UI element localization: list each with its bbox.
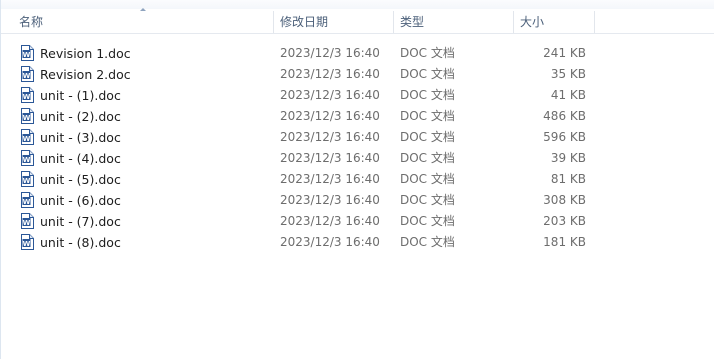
file-type: DOC 文档 [400, 214, 455, 228]
word-doc-icon: W [20, 129, 34, 145]
column-header-size-label: 大小 [520, 15, 545, 29]
file-name: unit - (8).doc [40, 235, 121, 250]
file-row[interactable]: Wunit - (5).doc 2023/12/3 16:40 DOC 文档 81 K… [1, 169, 714, 190]
file-row[interactable]: Wunit - (6).doc 2023/12/3 16:40 DOC 文档 308 … [1, 190, 714, 211]
file-row[interactable]: Wunit - (1).doc 2023/12/3 16:40 DOC 文档 41 K… [1, 85, 714, 106]
file-modified-date: 2023/12/3 16:40 [280, 235, 380, 249]
file-type: DOC 文档 [400, 172, 455, 186]
file-row[interactable]: Wunit - (7).doc 2023/12/3 16:40 DOC 文档 203 … [1, 211, 714, 232]
file-row[interactable]: W Revision 1.doc 2023/12/3 16:40 DOC 文档 241 … [1, 43, 714, 64]
file-name: unit - (3).doc [40, 130, 121, 145]
file-size: 203 KB [543, 214, 586, 228]
file-modified-date: 2023/12/3 16:40 [280, 151, 380, 165]
word-doc-icon: W [20, 87, 34, 103]
svg-text:W: W [23, 114, 31, 122]
file-row[interactable]: Wunit - (8).doc 2023/12/3 16:40 DOC 文档 181 … [1, 232, 714, 253]
column-header-size[interactable]: 大小 [514, 9, 594, 33]
word-doc-icon: W [20, 108, 34, 124]
file-modified-date: 2023/12/3 16:40 [280, 172, 380, 186]
word-doc-icon: W [20, 45, 34, 61]
file-name: unit - (4).doc [40, 151, 121, 166]
file-type: DOC 文档 [400, 235, 455, 249]
file-type: DOC 文档 [400, 88, 455, 102]
file-row[interactable]: Wunit - (4).doc 2023/12/3 16:40 DOC 文档 39 K… [1, 148, 714, 169]
file-modified-date: 2023/12/3 16:40 [280, 67, 380, 81]
file-modified-date: 2023/12/3 16:40 [280, 109, 380, 123]
file-name: unit - (6).doc [40, 193, 121, 208]
file-size: 41 KB [550, 88, 586, 102]
file-type: DOC 文档 [400, 46, 455, 60]
svg-text:W: W [23, 93, 31, 101]
file-list: W Revision 1.doc 2023/12/3 16:40 DOC 文档 241 … [1, 43, 714, 253]
column-header-type-label: 类型 [400, 15, 425, 29]
svg-text:W: W [23, 177, 31, 185]
svg-text:W: W [23, 72, 31, 80]
file-modified-date: 2023/12/3 16:40 [280, 130, 380, 144]
word-doc-icon: W [20, 213, 34, 229]
file-size: 181 KB [543, 235, 586, 249]
file-modified-date: 2023/12/3 16:40 [280, 214, 380, 228]
column-divider[interactable] [594, 11, 595, 33]
file-size: 486 KB [543, 109, 586, 123]
file-row[interactable]: Wunit - (3).doc 2023/12/3 16:40 DOC 文档 596 … [1, 127, 714, 148]
file-list-pane: 名称 修改日期 类型 大小 W Revision 1.doc 2023/12/3 1… [0, 0, 714, 359]
svg-text:W: W [23, 240, 31, 248]
column-header-type[interactable]: 类型 [394, 9, 513, 33]
file-type: DOC 文档 [400, 109, 455, 123]
column-header-name-label: 名称 [19, 15, 44, 29]
file-type: DOC 文档 [400, 193, 455, 207]
svg-text:W: W [23, 51, 31, 59]
file-name: Revision 2.doc [40, 67, 131, 82]
file-size: 39 KB [550, 151, 586, 165]
file-size: 596 KB [543, 130, 586, 144]
column-header-name[interactable]: 名称 [13, 9, 273, 33]
file-name: Revision 1.doc [40, 46, 131, 61]
column-header-date[interactable]: 修改日期 [274, 9, 393, 33]
column-header-bar: 名称 修改日期 类型 大小 [1, 8, 714, 34]
file-size: 81 KB [550, 172, 586, 186]
file-size: 241 KB [543, 46, 586, 60]
word-doc-icon: W [20, 234, 34, 250]
file-name: unit - (5).doc [40, 172, 121, 187]
file-size: 308 KB [543, 193, 586, 207]
file-type: DOC 文档 [400, 67, 455, 81]
column-header-date-label: 修改日期 [280, 15, 329, 29]
file-name: unit - (1).doc [40, 88, 121, 103]
file-modified-date: 2023/12/3 16:40 [280, 193, 380, 207]
word-doc-icon: W [20, 150, 34, 166]
file-type: DOC 文档 [400, 151, 455, 165]
file-size: 35 KB [550, 67, 586, 81]
file-row[interactable]: Wunit - (2).doc 2023/12/3 16:40 DOC 文档 486 … [1, 106, 714, 127]
file-type: DOC 文档 [400, 130, 455, 144]
svg-text:W: W [23, 156, 31, 164]
word-doc-icon: W [20, 192, 34, 208]
svg-text:W: W [23, 219, 31, 227]
file-name: unit - (2).doc [40, 109, 121, 124]
file-modified-date: 2023/12/3 16:40 [280, 88, 380, 102]
file-modified-date: 2023/12/3 16:40 [280, 46, 380, 60]
word-doc-icon: W [20, 66, 34, 82]
word-doc-icon: W [20, 171, 34, 187]
file-name: unit - (7).doc [40, 214, 121, 229]
svg-text:W: W [23, 135, 31, 143]
svg-text:W: W [23, 198, 31, 206]
file-row[interactable]: W Revision 2.doc 2023/12/3 16:40 DOC 文档 35 K… [1, 64, 714, 85]
